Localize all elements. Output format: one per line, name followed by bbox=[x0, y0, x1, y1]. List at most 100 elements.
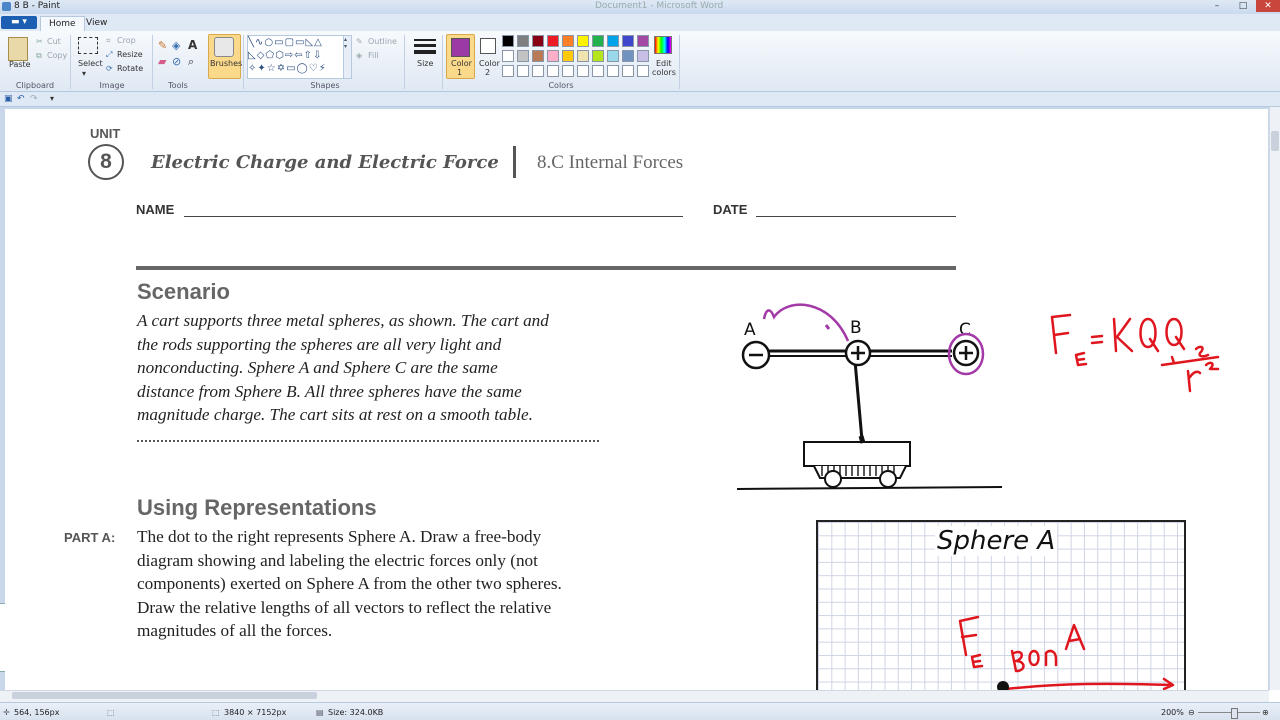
title-bar: 8 B - Paint Document1 - Microsoft Word –… bbox=[0, 0, 1280, 14]
palette-swatch[interactable] bbox=[607, 50, 619, 62]
palette-swatch[interactable] bbox=[592, 35, 604, 47]
palette-swatch[interactable] bbox=[532, 65, 544, 77]
fill-icon[interactable]: ◈ bbox=[172, 39, 180, 52]
palette-swatch[interactable] bbox=[577, 65, 589, 77]
color2-swatch[interactable] bbox=[480, 38, 496, 54]
shapes-gallery[interactable]: ╲∿○▭▢▭◺△ ◺◇⬠⬡⇨⇦⇧⇩ ✧✦☆✡▭◯♡⚡ bbox=[247, 35, 345, 79]
color1-number: 1 bbox=[457, 68, 463, 77]
color-picker-icon[interactable]: ⊘ bbox=[172, 55, 181, 68]
palette-swatch[interactable] bbox=[622, 50, 634, 62]
paste-icon[interactable] bbox=[8, 37, 28, 61]
part-a-text: The dot to the right represents Sphere A… bbox=[137, 525, 677, 643]
palette-swatch[interactable] bbox=[517, 50, 529, 62]
palette-swatch[interactable] bbox=[502, 35, 514, 47]
zoom-slider[interactable] bbox=[1198, 712, 1260, 713]
palette-swatch[interactable] bbox=[562, 35, 574, 47]
customize-qat-icon[interactable]: ▾ bbox=[50, 94, 54, 103]
file-size-icon: ▤ bbox=[316, 708, 324, 717]
zoom-level: 200% bbox=[1161, 708, 1184, 717]
palette-swatch[interactable] bbox=[592, 65, 604, 77]
zoom-out-button[interactable]: ⊖ bbox=[1188, 708, 1195, 717]
palette-swatch[interactable] bbox=[637, 65, 649, 77]
palette-swatch[interactable] bbox=[622, 35, 634, 47]
undo-icon[interactable]: ↶ bbox=[17, 94, 25, 104]
name-label: NAME bbox=[136, 202, 175, 217]
zoom-in-button[interactable]: ⊕ bbox=[1262, 708, 1269, 717]
select-button[interactable]: Select bbox=[78, 59, 103, 68]
palette-swatch[interactable] bbox=[607, 65, 619, 77]
palette-swatch[interactable] bbox=[547, 35, 559, 47]
ribbon: Paste ✂ Cut ⧉ Copy Clipboard Select ▾ ⌗ … bbox=[0, 31, 1280, 92]
edit-colors-icon[interactable] bbox=[654, 36, 672, 54]
vertical-scrollbar[interactable] bbox=[1269, 107, 1280, 690]
resize-button[interactable]: Resize bbox=[117, 50, 143, 59]
palette-swatch[interactable] bbox=[502, 65, 514, 77]
coulomb-law-annotation bbox=[1050, 313, 1220, 393]
magnifier-icon[interactable]: ⌕ bbox=[188, 55, 194, 69]
palette-swatch[interactable] bbox=[562, 50, 574, 62]
fill-button[interactable]: Fill bbox=[368, 51, 379, 60]
paste-button[interactable]: Paste bbox=[9, 60, 31, 69]
palette-swatch[interactable] bbox=[502, 50, 514, 62]
rotate-button[interactable]: Rotate bbox=[117, 64, 143, 73]
cart-diagram: A B C bbox=[736, 303, 1003, 490]
palette-swatch[interactable] bbox=[592, 50, 604, 62]
close-button[interactable]: ✕ bbox=[1256, 0, 1280, 12]
palette-swatch[interactable] bbox=[547, 50, 559, 62]
outline-button[interactable]: Outline bbox=[368, 37, 397, 46]
minimize-button[interactable]: – bbox=[1204, 0, 1230, 12]
text-icon[interactable]: A bbox=[188, 38, 197, 52]
palette-swatch[interactable] bbox=[562, 65, 574, 77]
select-icon[interactable] bbox=[78, 37, 98, 54]
redo-icon[interactable]: ↷ bbox=[30, 94, 38, 104]
tab-view[interactable]: View bbox=[78, 16, 115, 30]
scenario-line: magnitude charge. The cart sits at rest … bbox=[137, 405, 533, 425]
palette-swatch[interactable] bbox=[577, 35, 589, 47]
horizontal-scroll-thumb[interactable] bbox=[12, 692, 317, 699]
palette-swatch[interactable] bbox=[532, 35, 544, 47]
save-icon[interactable]: ▣ bbox=[4, 94, 13, 104]
copy-button[interactable]: Copy bbox=[47, 51, 67, 60]
shapes-scroll[interactable]: ▴ ▾ bbox=[343, 35, 352, 79]
cut-button[interactable]: Cut bbox=[47, 37, 61, 46]
horizontal-scrollbar[interactable] bbox=[0, 690, 1269, 702]
palette-swatch[interactable] bbox=[517, 65, 529, 77]
palette-swatch[interactable] bbox=[607, 35, 619, 47]
eraser-icon[interactable]: ▰ bbox=[158, 55, 166, 68]
status-bar: ✛ 564, 156px ⬚ ⬚ 3840 × 7152px ▤ Size: 3… bbox=[0, 702, 1280, 720]
palette-swatch[interactable] bbox=[622, 65, 634, 77]
vertical-scroll-thumb[interactable] bbox=[1271, 131, 1279, 151]
sphere-a bbox=[741, 340, 771, 370]
chevron-down-icon[interactable]: ▾ bbox=[82, 69, 86, 78]
size-line-icon bbox=[414, 44, 436, 47]
image-size: 3840 × 7152px bbox=[224, 708, 287, 717]
label-b: B bbox=[850, 318, 862, 338]
palette-swatch[interactable] bbox=[532, 50, 544, 62]
grid-title: Sphere A bbox=[935, 526, 1058, 556]
size-button[interactable]: Size bbox=[417, 59, 433, 68]
chapter-title: Electric Charge and Electric Force bbox=[151, 152, 499, 173]
scissors-icon: ✂ bbox=[36, 37, 43, 46]
palette-swatch[interactable] bbox=[637, 35, 649, 47]
zoom-slider-thumb[interactable] bbox=[1231, 708, 1238, 719]
palette-swatch[interactable] bbox=[517, 35, 529, 47]
palette-swatch[interactable] bbox=[547, 65, 559, 77]
palette-swatch[interactable] bbox=[577, 50, 589, 62]
scenario-line: distance from Sphere B. All three sphere… bbox=[137, 381, 522, 401]
paint-menu-button[interactable]: ▬ ▾ bbox=[1, 16, 37, 29]
crop-button[interactable]: Crop bbox=[117, 36, 136, 45]
part-a-line: The dot to the right represents Sphere A… bbox=[137, 527, 542, 546]
pencil-icon[interactable]: ✎ bbox=[158, 39, 167, 52]
date-label: DATE bbox=[713, 202, 748, 217]
palette-swatch[interactable] bbox=[637, 50, 649, 62]
maximize-button[interactable]: □ bbox=[1230, 0, 1256, 12]
window-title: 8 B - Paint bbox=[14, 1, 61, 11]
size-line-icon bbox=[414, 50, 436, 54]
unit-label: UNIT bbox=[90, 126, 121, 141]
scenario-text: A cart supports three metal spheres, as … bbox=[137, 309, 697, 427]
edit-colors-label[interactable]: Edit bbox=[656, 59, 672, 68]
canvas[interactable]: UNIT 8 Electric Charge and Electric Forc… bbox=[5, 109, 1268, 690]
purple-annotation bbox=[762, 303, 985, 376]
part-a-label: PART A: bbox=[64, 530, 116, 545]
edit-colors-label-2[interactable]: colors bbox=[652, 68, 676, 77]
